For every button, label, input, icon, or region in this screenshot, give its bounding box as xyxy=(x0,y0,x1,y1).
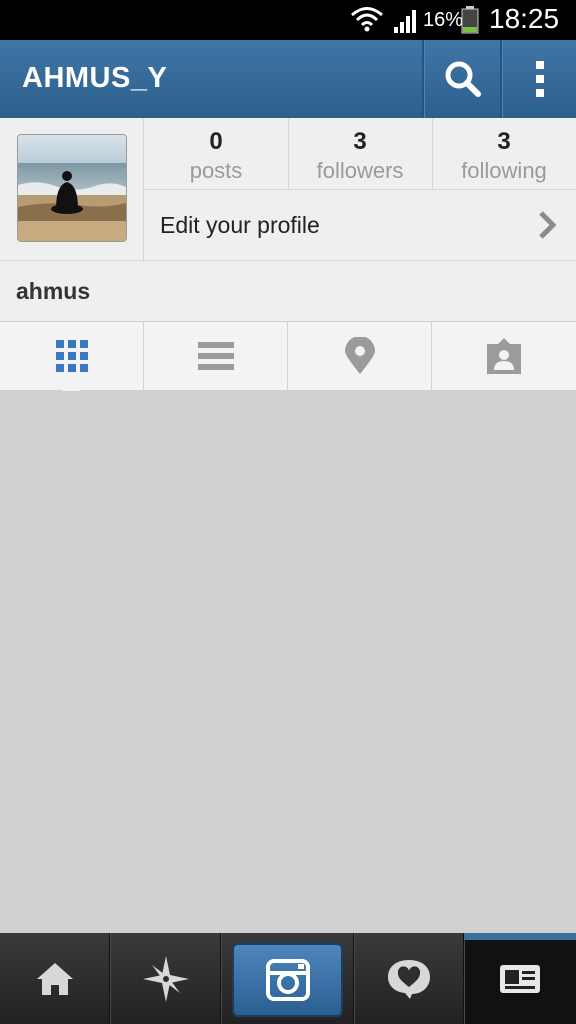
nav-activity[interactable] xyxy=(354,933,464,1024)
profile-name-bar: ahmus xyxy=(0,261,576,322)
home-icon xyxy=(36,962,73,995)
nav-camera[interactable] xyxy=(232,943,343,1017)
list-icon xyxy=(197,342,234,370)
tab-map[interactable] xyxy=(288,322,432,390)
more-options-button[interactable] xyxy=(503,40,576,118)
edit-profile-button[interactable]: Edit your profile xyxy=(144,190,576,260)
nav-profile[interactable] xyxy=(464,933,576,1024)
tab-list[interactable] xyxy=(144,322,288,390)
grid-icon xyxy=(55,340,88,372)
followers-label: followers xyxy=(316,158,404,183)
page-title: AHMUS_Y xyxy=(22,62,168,94)
profile-summary: 0 posts 3 followers 3 following Edit you… xyxy=(0,118,576,261)
search-button[interactable] xyxy=(426,40,500,118)
camera-icon xyxy=(265,959,310,1001)
avatar-photo xyxy=(18,135,126,241)
bottom-nav xyxy=(0,933,576,1024)
status-bar: 16% 18:25 xyxy=(0,0,576,40)
location-pin-icon xyxy=(344,337,375,374)
header-divider xyxy=(422,40,425,118)
stat-followers[interactable]: 3 followers xyxy=(288,118,433,190)
clock: 18:25 xyxy=(489,3,560,34)
profile-name: ahmus xyxy=(16,278,91,304)
app-header: AHMUS_Y xyxy=(0,40,576,119)
tab-tagged[interactable] xyxy=(432,322,575,390)
explore-star-icon xyxy=(142,955,189,1002)
avatar-cell xyxy=(0,118,144,260)
stat-following[interactable]: 3 following xyxy=(432,118,576,190)
search-icon xyxy=(445,61,481,97)
stat-posts[interactable]: 0 posts xyxy=(144,118,289,190)
wifi-icon xyxy=(351,7,383,32)
posts-area xyxy=(0,391,576,933)
activity-heart-icon xyxy=(388,959,430,999)
following-count: 3 xyxy=(497,128,511,155)
posts-label: posts xyxy=(189,158,243,183)
following-label: following xyxy=(461,158,547,183)
tagged-photos-icon xyxy=(486,338,521,374)
view-tabs xyxy=(0,322,576,391)
followers-count: 3 xyxy=(353,128,367,155)
nav-home[interactable] xyxy=(0,933,110,1024)
profile-card-icon xyxy=(500,964,540,993)
edit-profile-label: Edit your profile xyxy=(160,212,320,238)
more-icon xyxy=(535,61,544,97)
chevron-right-icon xyxy=(539,211,557,239)
active-nav-indicator xyxy=(464,933,576,940)
battery-icon xyxy=(461,6,479,34)
avatar[interactable] xyxy=(17,134,127,242)
signal-icon xyxy=(394,10,416,33)
battery-percent: 16% xyxy=(423,9,464,31)
nav-explore[interactable] xyxy=(110,933,221,1024)
tab-grid[interactable] xyxy=(0,322,144,390)
posts-count: 0 xyxy=(209,128,223,155)
